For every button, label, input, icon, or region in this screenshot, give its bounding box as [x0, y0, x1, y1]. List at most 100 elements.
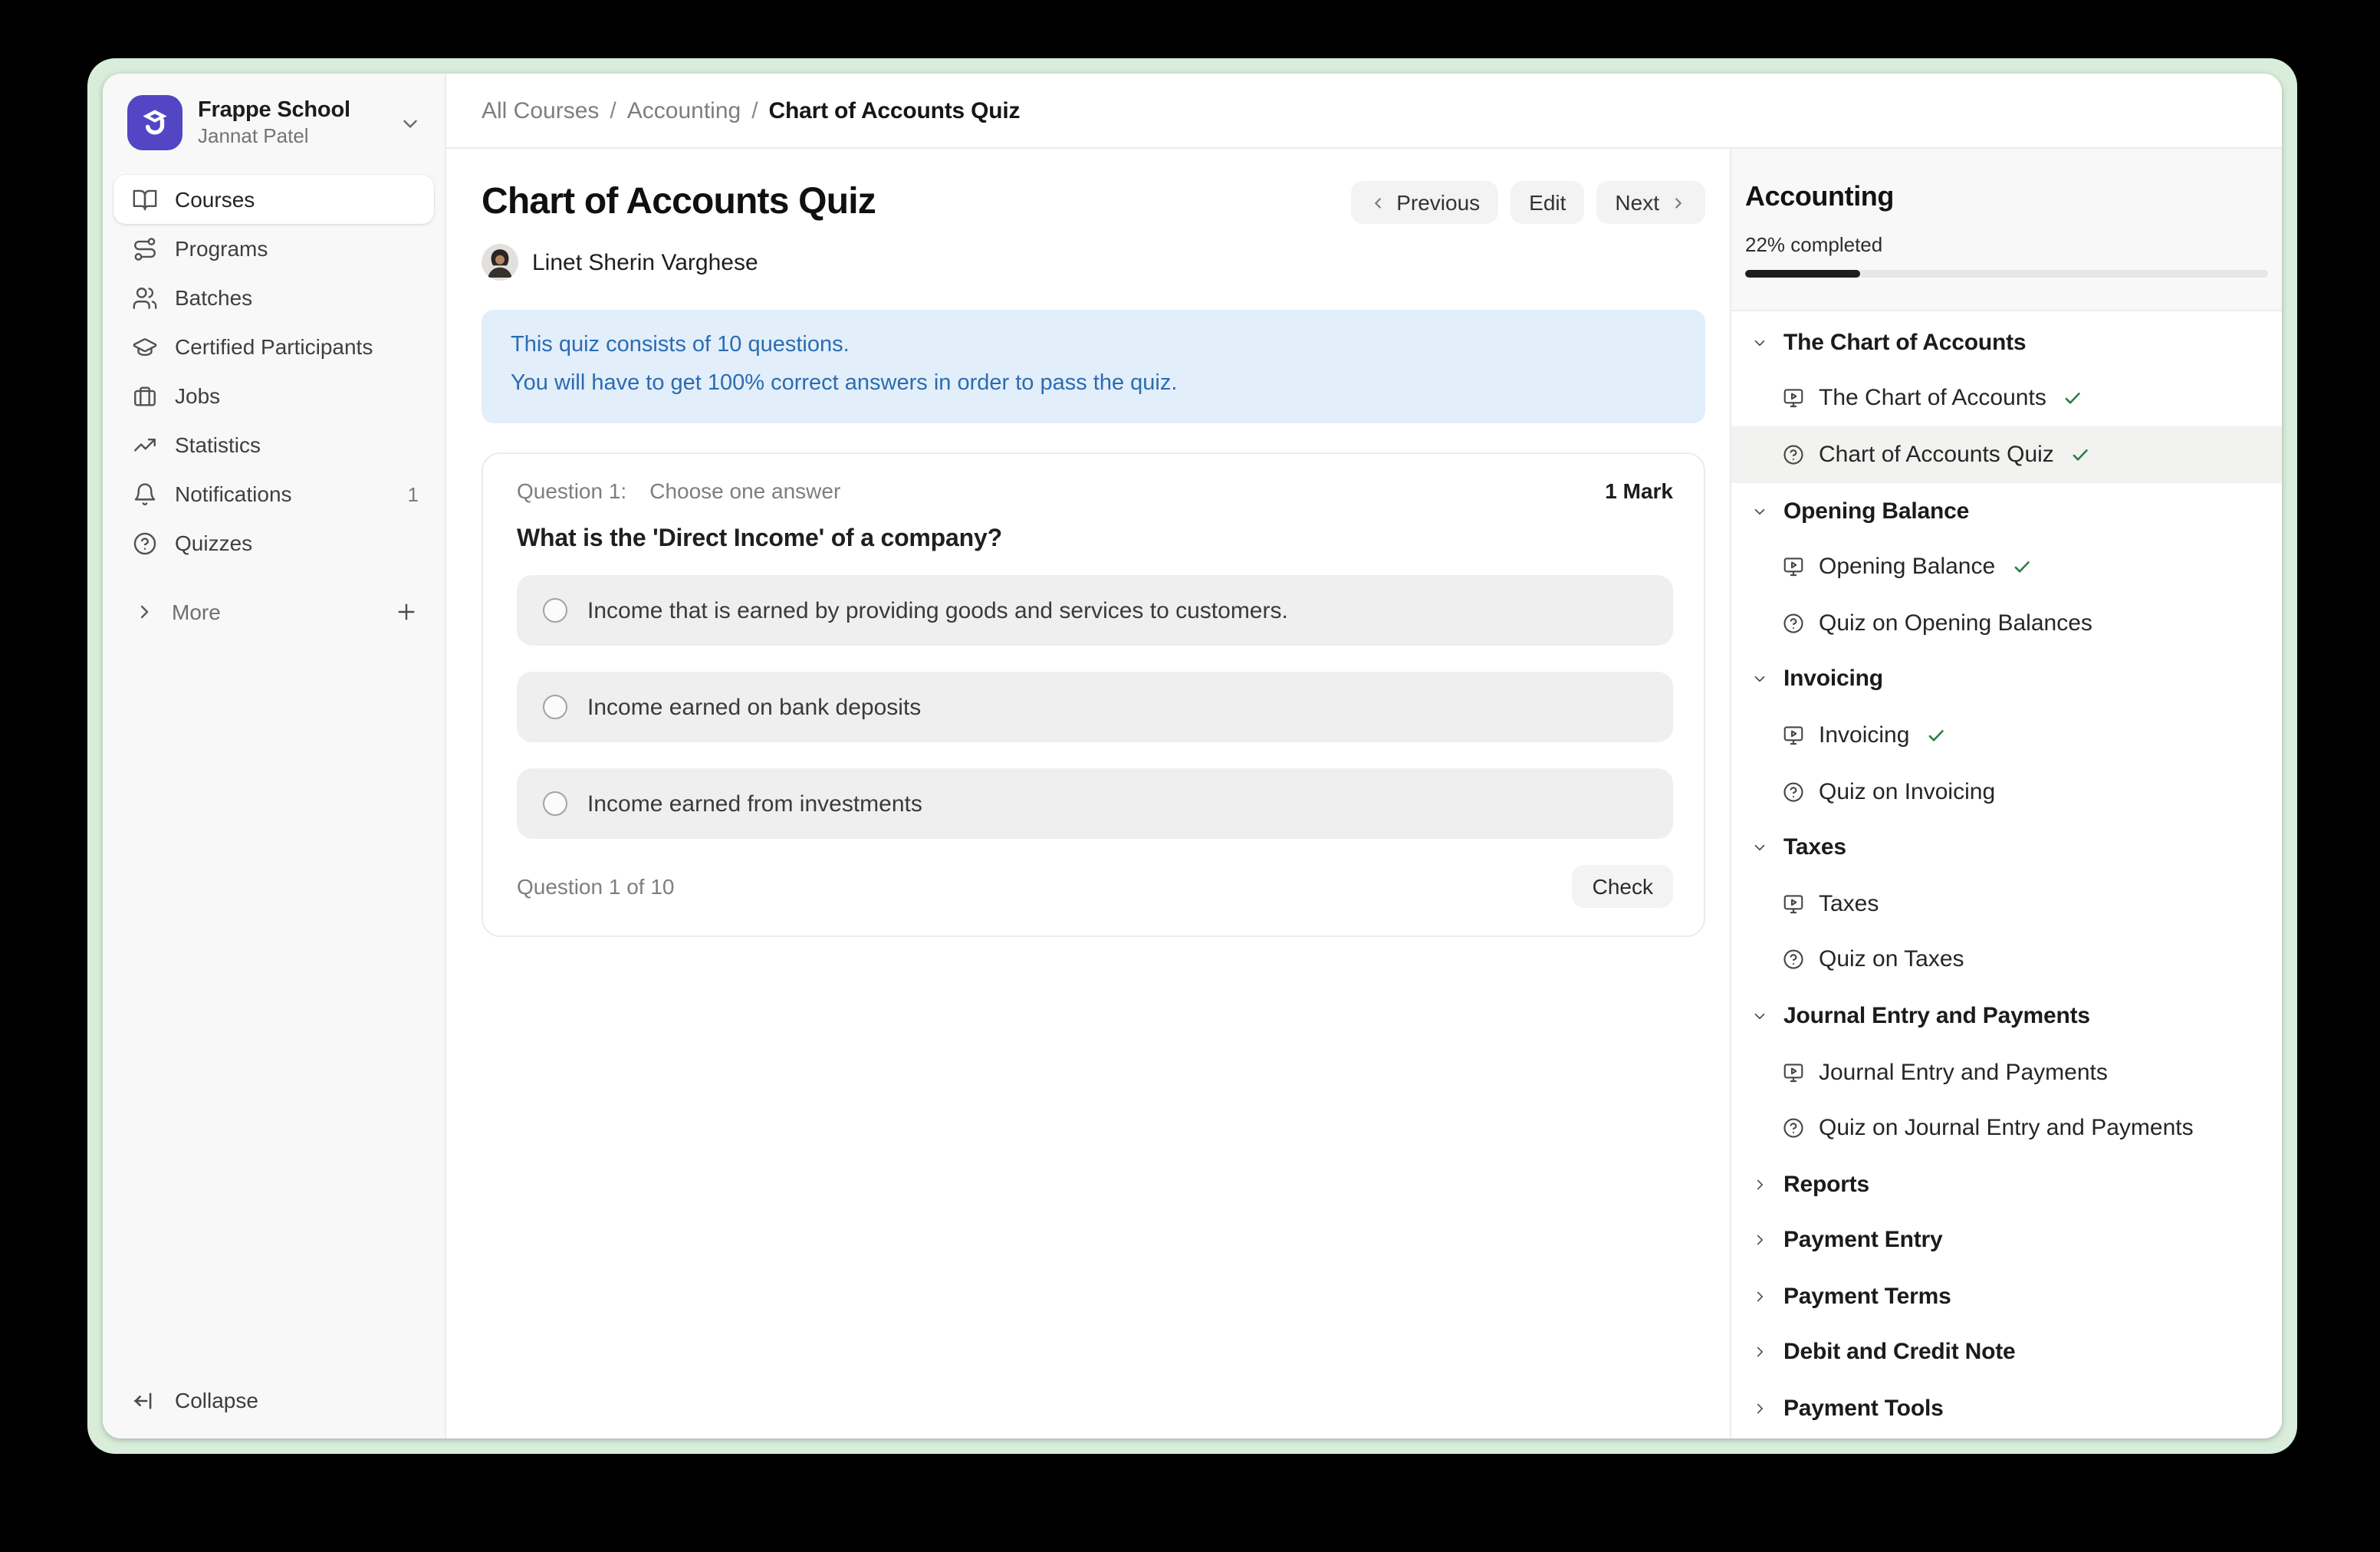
course-title: Accounting	[1745, 181, 2268, 213]
check-button[interactable]: Check	[1573, 865, 1673, 908]
sidebar-item-label: Courses	[175, 187, 255, 212]
lesson-invoicing[interactable]: Invoicing	[1731, 707, 2282, 763]
question-instruction: Choose one answer	[649, 478, 840, 503]
next-button[interactable]: Next	[1596, 181, 1705, 224]
chapter-reports[interactable]: Reports	[1731, 1156, 2282, 1212]
quiz-notice: This quiz consists of 10 questions.You w…	[482, 310, 1705, 423]
chevron-down-icon	[1751, 334, 1768, 351]
chapter-payment-tools[interactable]: Payment Tools	[1731, 1381, 2282, 1437]
lesson-title: The Chart of Accounts	[1819, 386, 2046, 412]
question-marks: 1 Mark	[1605, 478, 1673, 503]
sidebar-item-label: Programs	[175, 236, 268, 261]
check-icon	[2063, 389, 2083, 409]
lesson-quiz-on-invoicing[interactable]: Quiz on Invoicing	[1731, 764, 2282, 820]
sidebar-item-certified-participants[interactable]: Certified Participants	[113, 322, 434, 371]
more-label: More	[172, 600, 221, 624]
sidebar-item-programs[interactable]: Programs	[113, 224, 434, 273]
notice-line-1: This quiz consists of 10 questions.	[511, 327, 1676, 365]
question-number-label: Question 1:	[517, 478, 626, 503]
sidebar-item-quizzes[interactable]: Quizzes	[113, 518, 434, 567]
lesson-opening-balance[interactable]: Opening Balance	[1731, 539, 2282, 595]
monitor-play-icon	[1782, 1060, 1805, 1083]
chapter-title: Taxes	[1783, 834, 1846, 860]
breadcrumb-link-all-courses[interactable]: All Courses	[482, 97, 599, 123]
collapse-label: Collapse	[175, 1388, 258, 1412]
lesson-the-chart-of-accounts[interactable]: The Chart of Accounts	[1731, 370, 2282, 426]
question-progress: Question 1 of 10	[517, 874, 675, 899]
chapter-journal-entry-and-payments[interactable]: Journal Entry and Payments	[1731, 988, 2282, 1044]
previous-button[interactable]: Previous	[1350, 181, 1498, 224]
header-buttons: Previous Edit Next	[1350, 181, 1705, 224]
author-avatar	[482, 244, 518, 281]
lesson-taxes[interactable]: Taxes	[1731, 876, 2282, 932]
breadcrumb-separator: /	[610, 97, 616, 123]
lesson-title: Invoicing	[1819, 722, 1909, 748]
chevron-down-icon	[399, 111, 422, 134]
breadcrumb-link-accounting[interactable]: Accounting	[627, 97, 741, 123]
chevron-right-icon	[1751, 1176, 1768, 1192]
monitor-play-icon	[1782, 387, 1805, 410]
answer-option-label: Income earned on bank deposits	[587, 694, 921, 720]
sidebar-item-statistics[interactable]: Statistics	[113, 420, 434, 469]
workspace-name: Frappe School	[198, 97, 383, 124]
edit-button[interactable]: Edit	[1511, 181, 1584, 224]
screen: Frappe School Jannat Patel Courses Progra…	[0, 0, 2380, 1552]
chapter-opening-balance[interactable]: Opening Balance	[1731, 483, 2282, 539]
sidebar-item-jobs[interactable]: Jobs	[113, 371, 434, 420]
help-circle-icon	[1782, 949, 1805, 972]
notification-count-badge: 1	[408, 482, 419, 505]
collapse-sidebar-button[interactable]: Collapse	[113, 1377, 434, 1423]
workspace-user: Jannat Patel	[198, 124, 383, 149]
answer-options: Income that is earned by providing goods…	[517, 575, 1673, 839]
users-icon	[132, 284, 158, 311]
lesson-title: Quiz on Taxes	[1819, 947, 1964, 973]
lesson-journal-entry-and-payments[interactable]: Journal Entry and Payments	[1731, 1044, 2282, 1100]
frappe-school-logo-icon	[127, 95, 182, 150]
lesson-title: Taxes	[1819, 890, 1879, 916]
chapter-invoicing[interactable]: Invoicing	[1731, 651, 2282, 707]
lesson-quiz-on-journal-entry-and-payments[interactable]: Quiz on Journal Entry and Payments	[1731, 1100, 2282, 1156]
chapter-debit-and-credit-note[interactable]: Debit and Credit Note	[1731, 1324, 2282, 1380]
answer-option-1[interactable]: Income that is earned by providing goods…	[517, 575, 1673, 646]
help-circle-icon	[1782, 1116, 1805, 1139]
sidebar-item-more[interactable]: More	[113, 590, 434, 633]
arrow-left-to-line-icon	[132, 1387, 158, 1413]
sidebar-item-batches[interactable]: Batches	[113, 273, 434, 322]
sidebar-item-label: Certified Participants	[175, 334, 373, 359]
course-outline: The Chart of Accounts The Chart of Accoun…	[1731, 311, 2282, 1439]
sidebar-item-notifications[interactable]: Notifications1	[113, 469, 434, 518]
radio-button[interactable]	[543, 791, 567, 816]
monitor-play-icon	[1782, 724, 1805, 747]
monitor-play-icon	[1782, 892, 1805, 915]
book-open-icon	[132, 186, 158, 212]
main-wrap: All Courses/Accounting/Chart of Accounts…	[446, 74, 2282, 1439]
answer-option-3[interactable]: Income earned from investments	[517, 768, 1673, 839]
route-icon	[132, 235, 158, 261]
chevron-down-icon	[1751, 1008, 1768, 1024]
chevron-right-icon	[1751, 1232, 1768, 1249]
sidebar-nav: Courses Programs Batches Certified Particip…	[113, 175, 434, 567]
lesson-quiz-on-taxes[interactable]: Quiz on Taxes	[1731, 932, 2282, 988]
chapter-payment-terms[interactable]: Payment Terms	[1731, 1268, 2282, 1324]
radio-button[interactable]	[543, 695, 567, 719]
question-card: Question 1: Choose one answer 1 Mark Wha…	[482, 452, 1705, 937]
briefcase-icon	[132, 383, 158, 409]
sidebar-item-label: Statistics	[175, 432, 261, 457]
check-icon	[1926, 725, 1946, 745]
chevron-right-icon	[1751, 1344, 1768, 1361]
sidebar-item-courses[interactable]: Courses	[113, 175, 434, 224]
trending-up-icon	[132, 432, 158, 458]
answer-option-2[interactable]: Income earned on bank deposits	[517, 672, 1673, 742]
breadcrumb-current: Chart of Accounts Quiz	[769, 97, 1021, 123]
chapter-the-chart-of-accounts[interactable]: The Chart of Accounts	[1731, 314, 2282, 370]
chapter-title: Payment Entry	[1783, 1228, 1943, 1254]
lesson-quiz-on-opening-balances[interactable]: Quiz on Opening Balances	[1731, 595, 2282, 651]
plus-icon[interactable]	[394, 600, 419, 624]
chevron-right-icon	[1751, 1400, 1768, 1417]
chevron-right-icon	[133, 601, 155, 623]
chapter-payment-entry[interactable]: Payment Entry	[1731, 1212, 2282, 1268]
radio-button[interactable]	[543, 598, 567, 623]
chapter-taxes[interactable]: Taxes	[1731, 820, 2282, 876]
workspace-switcher[interactable]: Frappe School Jannat Patel	[113, 86, 434, 159]
lesson-chart-of-accounts-quiz[interactable]: Chart of Accounts Quiz	[1731, 426, 2282, 482]
